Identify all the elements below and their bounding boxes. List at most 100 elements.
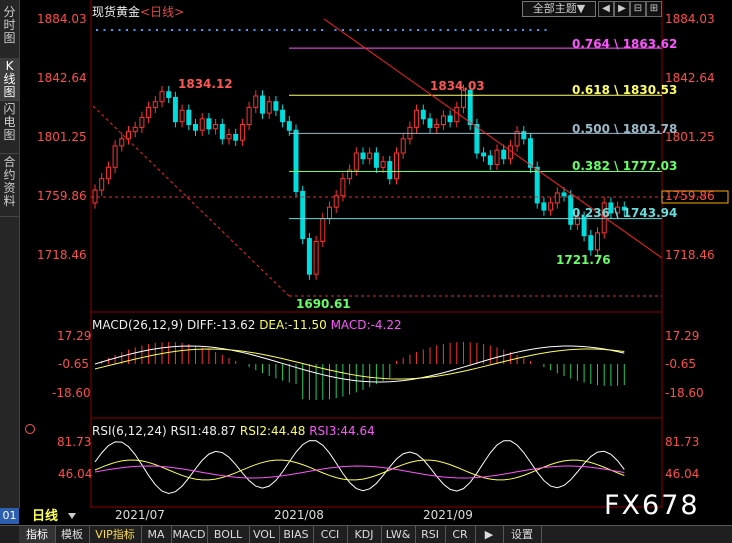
marker-dot — [334, 29, 337, 31]
candle-body — [454, 106, 460, 123]
indicator-tab[interactable]: LW& — [381, 526, 416, 543]
period-stub[interactable]: 01 — [0, 508, 19, 524]
candle-body — [139, 116, 145, 128]
indicator-tab[interactable]: RSI — [415, 526, 446, 543]
candle-body — [434, 124, 440, 128]
rsi3-value: RSI3:44.64 — [309, 424, 375, 438]
indicator-tab[interactable]: 设置 — [503, 526, 542, 543]
indicator-tab[interactable]: CCI — [313, 526, 348, 543]
indicator-tab[interactable]: BOLL — [207, 526, 250, 543]
indicator-tab[interactable]: 指标 — [19, 526, 56, 543]
marker-dot — [186, 29, 188, 31]
fib-level-label: 0.764 \ 1863.62 — [572, 37, 678, 51]
zoom-in-icon[interactable]: ⊞ — [646, 1, 662, 17]
date-axis-label: 2021/07 — [115, 508, 165, 522]
marker-dot — [492, 29, 494, 31]
rsi-axis-label-right: 81.73 — [665, 435, 700, 449]
marker-dot — [171, 29, 173, 31]
macd-axis-label: -18.60 — [52, 386, 91, 400]
indicator-tab[interactable]: VOL — [249, 526, 280, 543]
marker-dot — [291, 29, 293, 31]
marker-dot — [313, 29, 316, 31]
candle-body — [286, 121, 292, 131]
marker-dot — [469, 29, 472, 31]
marker-dot — [231, 29, 233, 31]
candle-body — [373, 152, 379, 168]
marker-dot — [462, 29, 464, 31]
candle-body — [132, 126, 138, 133]
marker-dot — [156, 29, 158, 31]
marker-dot — [364, 29, 367, 31]
tab-intraday[interactable]: 分时图 — [0, 0, 19, 59]
macd-axis-label: -0.65 — [58, 357, 90, 371]
candle-body — [554, 192, 560, 204]
period-label[interactable]: 日线 — [32, 508, 58, 525]
tab-flash[interactable]: 闪电图 — [0, 101, 19, 154]
indicator-tab[interactable]: MACD — [171, 526, 208, 543]
marker-dot — [133, 29, 136, 31]
marker-dot — [499, 29, 502, 31]
symbol-name: 现货黄金 — [92, 5, 141, 19]
zoom-out-icon[interactable]: ⊟ — [630, 1, 646, 17]
candle-body — [561, 192, 567, 197]
macd-diff: DIFF:-13.62 — [186, 318, 256, 332]
marker-dot — [261, 29, 263, 31]
indicator-tab[interactable]: KDJ — [347, 526, 382, 543]
marker-dot — [216, 29, 218, 31]
chart-canvas[interactable] — [0, 0, 732, 525]
interval-label: <日线> — [140, 5, 185, 19]
marker-dot — [276, 29, 278, 31]
low-label: 1690.61 — [296, 297, 351, 311]
marker-dot — [372, 29, 374, 31]
marker-dot — [514, 29, 517, 31]
scroll-left-icon[interactable]: ◀ — [598, 1, 614, 17]
marker-dot — [178, 29, 181, 31]
candle-body — [313, 240, 319, 275]
indicator-tab[interactable]: VIP指标 — [89, 526, 142, 543]
marker-dot — [223, 29, 226, 31]
candle-body — [400, 138, 406, 154]
high-left-label: 1834.12 — [178, 77, 233, 91]
period-dropdown-icon[interactable] — [68, 513, 76, 519]
candle-body — [280, 109, 286, 123]
indicator-settings-icon[interactable] — [25, 424, 35, 434]
scroll-right-icon[interactable]: ▶ — [614, 1, 630, 17]
tab-kline[interactable]: K线图 — [0, 58, 19, 101]
resistance-trendline — [323, 18, 663, 259]
candle-body — [300, 191, 306, 240]
candle-body — [528, 138, 533, 168]
theme-dropdown[interactable]: 全部主题▼ — [522, 1, 596, 17]
marker-dot — [163, 29, 166, 31]
candle-body — [306, 238, 312, 275]
macd-axis-label-right: -0.65 — [665, 357, 697, 371]
rsi-title: RSI(6,12,24) — [92, 424, 167, 438]
indicator-tab[interactable]: MA — [141, 526, 172, 543]
candle-body — [193, 124, 198, 131]
indicator-tab[interactable]: BIAS — [279, 526, 314, 543]
candle-body — [119, 138, 125, 147]
candle-body — [595, 232, 600, 251]
indicator-tab[interactable]: CR — [445, 526, 476, 543]
marker-dot — [454, 29, 457, 31]
candle-body — [105, 166, 111, 180]
view-tabs: 分时图 K线图 闪电图 合约资料 — [0, 0, 20, 508]
marker-dot — [529, 29, 532, 31]
marker-dot — [417, 29, 419, 31]
fib-level-label: 0.618 \ 1830.53 — [572, 83, 678, 97]
marker-dot — [208, 29, 211, 31]
marker-dot — [544, 29, 547, 31]
indicator-tab[interactable]: ▶ — [475, 526, 504, 543]
macd-axis-label-right: -18.60 — [665, 386, 704, 400]
watermark: FX678 — [604, 490, 700, 521]
rsi1-value: RSI1:48.87 — [170, 424, 237, 438]
candle-body — [420, 109, 426, 120]
indicator-tab[interactable]: 模板 — [55, 526, 90, 543]
tab-contract-info[interactable]: 合约资料 — [0, 154, 19, 217]
candle-body — [159, 91, 165, 103]
candle-body — [447, 115, 453, 123]
marker-dot — [537, 29, 539, 31]
candle-body — [588, 235, 594, 251]
marker-dot — [447, 29, 449, 31]
candle-body — [273, 101, 279, 111]
marker-dot — [522, 29, 524, 31]
